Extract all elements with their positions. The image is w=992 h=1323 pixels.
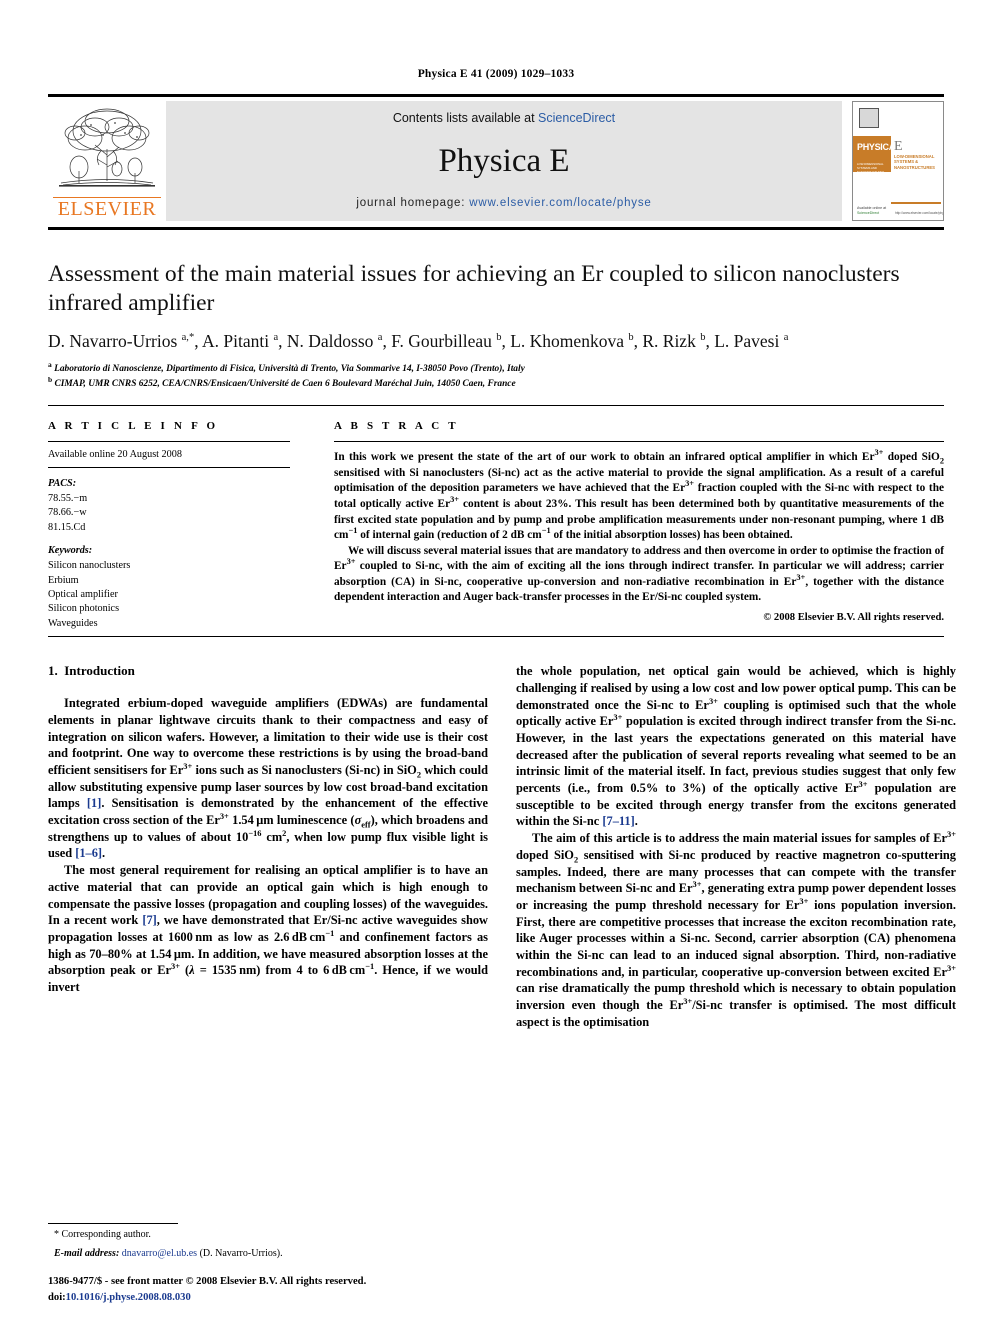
cover-subtitle: LOW-DIMENSIONAL SYSTEMS & NANOSTRUCTURES — [894, 154, 935, 170]
keyword-item: Erbium — [48, 574, 79, 586]
journal-title: Physica E — [438, 142, 570, 179]
pacs-group: PACS: 78.55.−m 78.66.−w 81.15.Cd — [48, 477, 290, 535]
cover-wordmark: PHYSICA — [857, 142, 895, 152]
pacs-label: PACS: — [48, 478, 77, 489]
elsevier-wordmark: ELSEVIER — [53, 197, 161, 219]
keyword-item: Silicon photonics — [48, 603, 120, 615]
body-paragraph: The aim of this article is to address th… — [516, 830, 957, 1029]
cover-sciencedirect: ScienceDirect — [857, 210, 880, 215]
cover-footer-right: http://www.elsevier.com/locate/physe — [895, 211, 944, 215]
contents-prefix: Contents lists available at — [392, 111, 539, 125]
article-info-column: A R T I C L E I N F O Available online 2… — [48, 420, 290, 631]
keywords-group: Keywords: Silicon nanoclusters Erbium Op… — [48, 544, 290, 631]
citation-ref[interactable]: [7–11] — [602, 814, 634, 828]
elsevier-tree-icon — [59, 108, 155, 187]
abstract-bottom-rule — [48, 636, 944, 638]
pacs-item: 78.66.−w — [48, 507, 87, 519]
colophon-block: 1386-9477/$ - see front matter © 2008 El… — [48, 1274, 508, 1305]
email-link[interactable]: dnavarro@el.ub.es — [122, 1248, 197, 1259]
cover-footer-left: Available online at ScienceDirect — [857, 206, 897, 216]
abstract-heading: A B S T R A C T — [334, 420, 459, 433]
journal-homepage-link[interactable]: www.elsevier.com/locate/physe — [469, 197, 651, 209]
affiliation-a-mark: a — [48, 359, 52, 369]
body-paragraph: The most general requirement for realisi… — [48, 863, 489, 994]
running-head: Physica E 41 (2009) 1029–1033 — [417, 68, 575, 80]
keyword-item: Silicon nanoclusters — [48, 560, 131, 572]
journal-article-page: Physica E 41 (2009) 1029–1033 ELSEVIER C… — [0, 0, 992, 1323]
body-columns: 1. Introduction Integrated erbium-doped … — [48, 663, 956, 1030]
info-abstract-row: A R T I C L E I N F O Available online 2… — [48, 420, 944, 631]
body-right-column: the whole population, net optical gain w… — [516, 663, 956, 1030]
body-paragraph: Integrated erbium-doped waveguide amplif… — [48, 696, 489, 861]
author-list: D. Navarro-Urrios a,*, A. Pitanti a, N. … — [48, 331, 789, 352]
body-paragraph: the whole population, net optical gain w… — [516, 664, 956, 829]
title-top-rule — [48, 227, 944, 230]
keyword-item: Waveguides — [48, 617, 98, 629]
homepage-prefix: journal homepage: — [356, 197, 470, 209]
article-info-heading-rule — [48, 441, 290, 443]
sciencedirect-link[interactable]: ScienceDirect — [538, 111, 615, 125]
abstract-body: In this work we present the state of the… — [334, 448, 944, 606]
section-title: Introduction — [64, 663, 135, 679]
cover-tagline: LOW-DIMENSIONAL SYSTEMS AND NANOSTRUCTUR… — [857, 162, 885, 174]
email-owner: (D. Navarro-Urrios). — [199, 1247, 283, 1259]
footnote-rule — [48, 1223, 178, 1224]
article-info-heading: A R T I C L E I N F O — [48, 420, 219, 433]
citation-ref[interactable]: [7] — [142, 913, 156, 927]
pacs-item: 81.15.Cd — [48, 521, 86, 533]
cover-available-at: Available online at — [857, 205, 887, 210]
cover-divider — [891, 202, 941, 204]
email-note: E-mail address: dnavarro@el.ub.es (D. Na… — [48, 1247, 488, 1262]
email-label: E-mail address: — [54, 1247, 120, 1259]
abstract-column: A B S T R A C T In this work we present … — [334, 420, 944, 631]
pacs-item: 78.55.−m — [48, 492, 88, 504]
body-right-text: the whole population, net optical gain w… — [516, 663, 956, 1030]
abstract-copyright: © 2008 Elsevier B.V. All rights reserved… — [763, 612, 944, 623]
article-content: Assessment of the main material issues f… — [48, 227, 956, 1030]
journal-cover-thumbnail: PHYSICA LOW-DIMENSIONAL SYSTEMS AND NANO… — [852, 101, 944, 221]
section-number: 1. — [48, 663, 58, 679]
affiliation-a-text: Laboratorio di Nanoscienze, Dipartimento… — [54, 364, 525, 375]
journal-banner: ELSEVIER Contents lists available at Sci… — [48, 94, 944, 221]
body-left-text: Integrated erbium-doped waveguide amplif… — [48, 695, 488, 995]
abstract-paragraph: In this work we present the state of the… — [334, 448, 944, 542]
affiliation-list: a Laboratorio di Nanoscienze, Dipartimen… — [48, 359, 944, 392]
page-title: Assessment of the main material issues f… — [48, 261, 900, 316]
abstract-heading-rule — [334, 441, 944, 443]
keywords-label: Keywords: — [48, 545, 93, 557]
affiliation-b: b CIMAP, UMR CNRS 6252, CEA/CNRS/Ensicae… — [48, 374, 944, 392]
body-left-column: 1. Introduction Integrated erbium-doped … — [48, 663, 488, 1030]
corresponding-author-note: * Corresponding author. — [54, 1229, 151, 1240]
cover-letter: E — [894, 139, 903, 154]
elsevier-logo: ELSEVIER — [48, 101, 166, 221]
doi-link[interactable]: 10.1016/j.physe.2008.08.030 — [66, 1292, 191, 1303]
journal-homepage-line: journal homepage: www.elsevier.com/locat… — [356, 197, 651, 209]
footnote-block: * Corresponding author. E-mail address: … — [48, 1223, 488, 1261]
contents-available-line: Contents lists available at ScienceDirec… — [393, 111, 615, 125]
issn-line: 1386-9477/$ - see front matter © 2008 El… — [48, 1276, 367, 1288]
affiliation-b-text: CIMAP, UMR CNRS 6252, CEA/CNRS/Ensicaen/… — [54, 378, 516, 389]
citation-ref[interactable]: [1–6] — [75, 846, 102, 860]
banner-center: Contents lists available at ScienceDirec… — [166, 101, 842, 221]
available-online: Available online 20 August 2008 — [48, 448, 290, 468]
banner-top-rule — [48, 94, 944, 97]
cover-corner-image — [859, 108, 879, 128]
section-heading-introduction: 1. Introduction — [48, 663, 488, 679]
keyword-item: Optical amplifier — [48, 588, 118, 600]
affiliation-a: a Laboratorio di Nanoscienze, Dipartimen… — [48, 359, 944, 377]
article-info-body: Available online 20 August 2008 PACS: 78… — [48, 448, 290, 631]
affiliation-b-mark: b — [48, 374, 53, 384]
doi-line: doi:10.1016/j.physe.2008.08.030 — [48, 1290, 508, 1305]
info-section-top-rule — [48, 405, 944, 407]
doi-label: doi: — [48, 1291, 66, 1303]
abstract-paragraph: We will discuss several material issues … — [334, 544, 944, 604]
citation-ref[interactable]: [1] — [87, 796, 101, 810]
